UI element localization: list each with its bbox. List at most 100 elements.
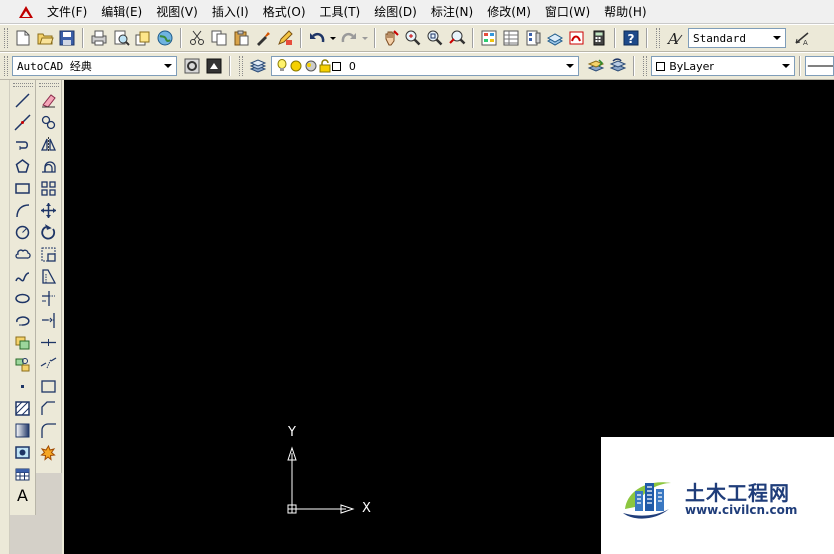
gradient-button[interactable]	[12, 419, 34, 441]
draw-polygon-button[interactable]	[12, 155, 34, 177]
menu-draw[interactable]: 绘图(D)	[367, 1, 424, 23]
linetype-control-select[interactable]	[804, 56, 834, 76]
toolbar-grip[interactable]	[38, 83, 59, 87]
cut-button[interactable]	[186, 27, 208, 49]
draw-line-button[interactable]	[12, 89, 34, 111]
region-button[interactable]	[12, 441, 34, 463]
draw-ellipse-button[interactable]	[12, 287, 34, 309]
menu-insert[interactable]: 插入(I)	[205, 1, 256, 23]
autocad-app-icon[interactable]	[18, 4, 34, 20]
layer-select[interactable]: 0	[270, 56, 580, 76]
erase-button[interactable]	[38, 89, 60, 111]
toolbar-grip[interactable]	[4, 28, 8, 48]
menu-window[interactable]: 窗口(W)	[538, 1, 597, 23]
dimension-style-button[interactable]: A	[792, 27, 814, 49]
mirror-button[interactable]	[38, 133, 60, 155]
sheet-set-button[interactable]	[544, 27, 566, 49]
table-button[interactable]	[12, 463, 34, 485]
zoom-previous-button[interactable]	[446, 27, 468, 49]
toolbar-grip[interactable]	[4, 56, 8, 76]
save-workspace-button[interactable]	[203, 55, 225, 77]
chamfer-button[interactable]	[38, 397, 60, 419]
toolbar-grip[interactable]	[12, 83, 33, 87]
explode-button[interactable]	[38, 441, 60, 463]
plot-button[interactable]	[88, 27, 110, 49]
move-button[interactable]	[38, 199, 60, 221]
extend-button[interactable]	[38, 309, 60, 331]
menu-tools[interactable]: 工具(T)	[313, 1, 368, 23]
open-file-button[interactable]	[34, 27, 56, 49]
layer-properties-button[interactable]	[247, 55, 269, 77]
text-style-select[interactable]: Standard	[688, 28, 786, 48]
menu-modify[interactable]: 修改(M)	[480, 1, 538, 23]
match-properties-button[interactable]	[252, 27, 274, 49]
chevron-down-icon[interactable]	[562, 57, 579, 75]
draw-circle-button[interactable]	[12, 221, 34, 243]
publish-web-button[interactable]	[154, 27, 176, 49]
chevron-down-icon[interactable]	[159, 57, 176, 75]
make-block-button[interactable]	[12, 353, 34, 375]
chevron-down-icon[interactable]	[777, 57, 794, 75]
design-center-button[interactable]	[500, 27, 522, 49]
menu-edit[interactable]: 编辑(E)	[94, 1, 149, 23]
new-file-button[interactable]	[12, 27, 34, 49]
draw-rectangle-button[interactable]	[12, 177, 34, 199]
workspace-select[interactable]: AutoCAD 经典	[11, 56, 177, 76]
hatch-button[interactable]	[12, 397, 34, 419]
draw-spline-button[interactable]	[12, 265, 34, 287]
fillet-button[interactable]	[38, 419, 60, 441]
redo-button[interactable]	[338, 27, 360, 49]
multiline-text-button[interactable]: A	[12, 485, 34, 507]
join-icon	[41, 379, 56, 393]
layer-previous-button[interactable]	[607, 55, 629, 77]
chevron-down-icon[interactable]	[769, 29, 785, 47]
toolbar-grip[interactable]	[238, 56, 243, 76]
stretch-button[interactable]	[38, 265, 60, 287]
block-editor-button[interactable]	[274, 27, 296, 49]
plot-preview-button[interactable]	[110, 27, 132, 49]
publish-button[interactable]	[132, 27, 154, 49]
menu-view[interactable]: 视图(V)	[149, 1, 205, 23]
copy-object-button[interactable]	[38, 111, 60, 133]
array-button[interactable]	[38, 177, 60, 199]
color-control-select[interactable]: ByLayer	[651, 56, 795, 76]
make-object-layer-current-button[interactable]	[585, 55, 607, 77]
offset-button[interactable]	[38, 155, 60, 177]
markup-set-button[interactable]	[566, 27, 588, 49]
layer-state-icons	[276, 59, 345, 73]
menu-file[interactable]: 文件(F)	[40, 1, 94, 23]
break-button[interactable]	[38, 353, 60, 375]
properties-button[interactable]	[478, 27, 500, 49]
rotate-button[interactable]	[38, 221, 60, 243]
trim-button[interactable]	[38, 287, 60, 309]
join-button[interactable]	[38, 375, 60, 397]
zoom-window-button[interactable]	[424, 27, 446, 49]
toolbar-grip[interactable]	[656, 28, 660, 48]
scale-button[interactable]	[38, 243, 60, 265]
insert-block-button[interactable]	[12, 331, 34, 353]
redo-dropdown-button[interactable]	[360, 27, 370, 49]
undo-dropdown-button[interactable]	[328, 27, 338, 49]
draw-construction-line-button[interactable]	[12, 111, 34, 133]
tool-palettes-button[interactable]	[522, 27, 544, 49]
quick-calc-button[interactable]	[588, 27, 610, 49]
paste-button[interactable]	[230, 27, 252, 49]
menu-dimension[interactable]: 标注(N)	[424, 1, 480, 23]
break-at-point-button[interactable]	[38, 331, 60, 353]
menu-format[interactable]: 格式(O)	[256, 1, 313, 23]
save-button[interactable]	[56, 27, 78, 49]
menu-help[interactable]: 帮助(H)	[597, 1, 653, 23]
copy-button[interactable]	[208, 27, 230, 49]
text-style-button[interactable]: A	[664, 27, 686, 49]
draw-polyline-button[interactable]	[12, 133, 34, 155]
draw-ellipse-arc-button[interactable]	[12, 309, 34, 331]
undo-button[interactable]	[306, 27, 328, 49]
draw-arc-button[interactable]	[12, 199, 34, 221]
draw-point-button[interactable]	[12, 375, 34, 397]
draw-revision-cloud-button[interactable]	[12, 243, 34, 265]
toolbar-grip[interactable]	[643, 56, 648, 76]
zoom-realtime-button[interactable]	[402, 27, 424, 49]
workspace-settings-button[interactable]	[181, 55, 203, 77]
help-button[interactable]: ?	[620, 27, 642, 49]
pan-button[interactable]	[380, 27, 402, 49]
